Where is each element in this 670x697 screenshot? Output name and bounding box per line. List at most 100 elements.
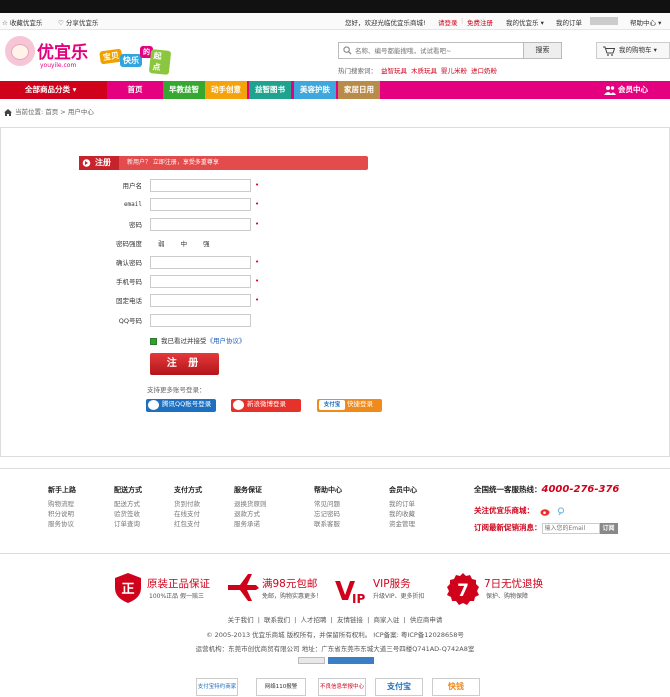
bottom-link[interactable]: 供应商申请 [410, 616, 443, 624]
hotline-number: 4000-276-376 [541, 484, 620, 495]
guarantee-title: 原装正品保证 [147, 578, 210, 590]
alipay-badge[interactable]: 支付宝 [375, 678, 423, 696]
bottom-links: 关于我们 | 联系我们 | 人才招聘 | 友情链接 | 商家入驻 | 供应商申请 [227, 616, 443, 624]
footer-column-title: 服务保证 [234, 486, 262, 494]
footer-link[interactable]: 货到付款 [174, 499, 202, 509]
mobile-input[interactable] [150, 275, 251, 288]
qq-input[interactable] [150, 314, 251, 327]
user-agreement-link[interactable]: 《用户协议》 [207, 337, 246, 345]
hotline: 全国统一客服热线：4000-276-376 [474, 484, 619, 495]
guarantee-return: 7 7日无忧退换 保护、购物保障 [446, 572, 561, 606]
search-input[interactable] [355, 43, 515, 58]
nav-item-early-education[interactable]: 早教益智 [163, 81, 205, 99]
password-input[interactable] [150, 218, 251, 231]
password-label: 密码 [129, 221, 142, 229]
nav-item-creative[interactable]: 动手创意 [205, 81, 247, 99]
footer-link[interactable]: 购物流程 [48, 499, 76, 509]
logo-name: 优宜乐 [37, 43, 88, 63]
share-link[interactable]: ♡ 分享优宜乐 [58, 17, 98, 27]
form-row-username: 用户名 • [100, 179, 300, 193]
required-mark: • [255, 296, 260, 304]
my-account-menu[interactable]: 我的优宜乐 ▾ [506, 17, 544, 27]
footer-link[interactable]: 退换货原则 [234, 499, 267, 509]
qq-login-button[interactable]: 腾讯QQ账号登录 [146, 399, 216, 412]
member-center-link[interactable]: 会员中心 [600, 81, 670, 99]
cnzz-badge-icon[interactable] [298, 657, 325, 664]
register-link[interactable]: 免费注册 [467, 17, 493, 27]
kuaiqian-badge[interactable]: 快钱 [432, 678, 480, 696]
footer-link[interactable]: 我的订单 [389, 499, 417, 509]
shield-icon: 正 [115, 573, 141, 603]
bottom-link[interactable]: 人才招聘 [301, 616, 327, 624]
footer-link[interactable]: 服务承诺 [234, 519, 267, 529]
weibo-login-button[interactable]: 新浪微博登录 [231, 399, 301, 412]
weibo-icon[interactable] [540, 507, 551, 516]
footer-column: 帮助中心 常见问题 忘记密码 联系客服 [314, 485, 342, 529]
hot-term[interactable]: 婴儿米粉 [441, 67, 467, 75]
form-row-mobile: 手机号码 • [100, 275, 300, 289]
operator-info: 运营机构：东莞市创优商贸有限公司 地址：广东省东莞市东城大道三号四楼Q741AD… [195, 645, 475, 653]
register-submit-button[interactable]: 注 册 [150, 353, 219, 375]
register-title-text: 注册 [95, 158, 111, 167]
alipay-merchant-badge[interactable]: 支付宝特约商家 [196, 678, 238, 696]
nav-item-home-goods[interactable]: 家居日用 [338, 81, 380, 99]
required-mark: • [255, 277, 260, 285]
footer-link[interactable]: 常见问题 [314, 499, 342, 509]
favorite-link[interactable]: ☆ 收藏优宜乐 [2, 17, 42, 27]
bottom-link[interactable]: 联系我们 [264, 616, 290, 624]
nav-item-home[interactable]: 首页 [107, 81, 163, 99]
footer-link[interactable]: 我的收藏 [389, 509, 417, 519]
footer-link[interactable]: 联系客服 [314, 519, 342, 529]
agree-checkbox[interactable] [150, 337, 157, 345]
vip-icon: VIP [335, 577, 365, 606]
hot-search-terms: 热门搜索词： 益智玩具 木质玩具 婴儿米粉 进口奶粉 [338, 65, 497, 75]
subscribe-email-input[interactable] [541, 522, 600, 534]
alipay-login-button[interactable]: 支付宝 快捷登录 [317, 399, 382, 412]
form-row-phone: 固定电话 • [100, 294, 300, 308]
all-categories-menu[interactable]: 全部商品分类 ▾ [0, 81, 107, 99]
footer-link[interactable]: 验货签收 [114, 509, 142, 519]
subscribe-button[interactable]: 订阅 [599, 522, 618, 534]
footer-links: 新手上路 购物流程 积分说明 服务协议 配送方式 配送方式 验货签收 订单查询 支付方式 货到… [0, 468, 670, 554]
bottom-link[interactable]: 商家入驻 [373, 616, 399, 624]
hot-term[interactable]: 益智玩具 [381, 67, 407, 75]
nav-item-beauty[interactable]: 美容护肤 [294, 81, 336, 99]
tencent-weibo-icon[interactable] [557, 506, 567, 516]
login-link[interactable]: 请登录 [438, 17, 458, 27]
stats-badge-icon[interactable] [328, 657, 374, 664]
my-orders-link[interactable]: 我的订单 [556, 17, 582, 27]
footer-link[interactable]: 积分说明 [48, 509, 76, 519]
footer-link[interactable]: 退款方式 [234, 509, 267, 519]
password-strength-meter: 弱 中 强 [158, 240, 210, 248]
footer-link[interactable]: 订单查询 [114, 519, 142, 529]
footer-link[interactable]: 服务协议 [48, 519, 76, 529]
bottom-link[interactable]: 友情链接 [337, 616, 363, 624]
footer-link[interactable]: 在线支付 [174, 509, 202, 519]
footer-link[interactable]: 忘记密码 [314, 509, 342, 519]
username-label: 用户名 [122, 182, 143, 190]
subscribe-label: 订阅最新促销消息： [474, 523, 542, 532]
footer-link[interactable]: 配送方式 [114, 499, 142, 509]
site-logo[interactable]: 优宜乐 youyile.com [5, 36, 95, 76]
hot-term[interactable]: 进口奶粉 [471, 67, 497, 75]
search-button[interactable]: 搜索 [524, 42, 562, 59]
confirm-password-input[interactable] [150, 256, 251, 269]
footer-link[interactable]: 资金管理 [389, 519, 417, 529]
hidden-link[interactable] [590, 17, 618, 25]
nav-item-books[interactable]: 益智图书 [249, 81, 291, 99]
username-input[interactable] [150, 179, 251, 192]
guarantee-subtitle: 升级VIP、更多折扣 [373, 593, 425, 600]
police-110-badge[interactable]: 网络110报警 [256, 678, 306, 696]
help-menu[interactable]: 帮助中心 ▾ [630, 17, 661, 27]
bottom-link[interactable]: 关于我们 [228, 616, 254, 624]
report-center-badge[interactable]: 不良信息举报中心 [318, 678, 366, 696]
hot-term[interactable]: 木质玩具 [411, 67, 437, 75]
register-title: 注册 [79, 156, 119, 170]
email-input[interactable] [150, 198, 251, 211]
phone-input[interactable] [150, 294, 251, 307]
breadcrumb-home[interactable]: 首页 [45, 108, 58, 116]
footer-link[interactable]: 红包支付 [174, 519, 202, 529]
cart-button[interactable]: 我的购物车 ▾ [596, 42, 670, 59]
guarantee-free-shipping: 满98元包邮 免邮，购物实惠更多！ [226, 572, 336, 606]
mobile-label: 手机号码 [116, 278, 142, 286]
